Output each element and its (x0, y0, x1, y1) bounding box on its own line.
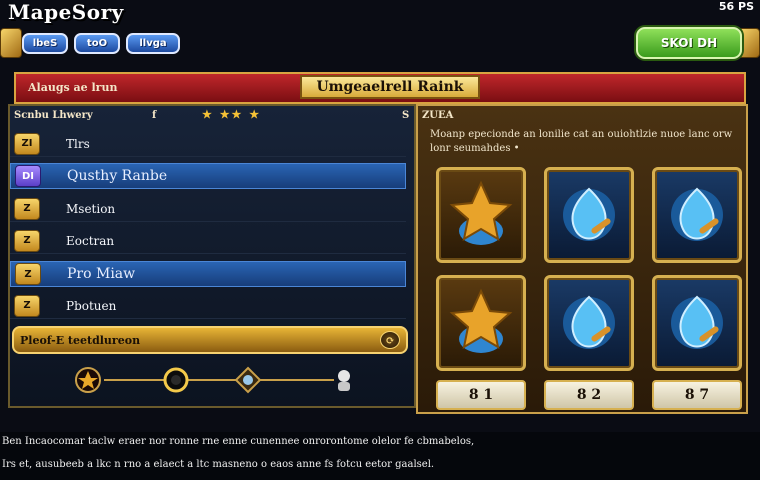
tab-3[interactable]: llvga (126, 33, 180, 54)
tab-2[interactable]: toO (74, 33, 120, 54)
star-crystal-icon (449, 288, 513, 353)
row-badge-icon: Z (14, 197, 40, 220)
list-item-selected[interactable]: DI Qusthy Ranbe (10, 163, 406, 189)
item-card[interactable] (544, 167, 634, 263)
left-subheader-end: S (402, 110, 410, 121)
corner-counter: 56 PS (718, 0, 754, 13)
item-card[interactable] (436, 275, 526, 371)
row-badge-icon: Z (15, 263, 41, 285)
gem-node-icon[interactable] (234, 366, 262, 394)
star-rating-icon: ★ ★★ ★ (202, 108, 262, 121)
item-count: 8 2 (544, 380, 634, 410)
header-left-label: Alaugs ae lrun (28, 81, 118, 94)
tab-row: lbeS toO llvga (22, 33, 180, 54)
star-node-icon[interactable] (74, 366, 102, 394)
character-node-icon[interactable] (330, 366, 358, 394)
list-item[interactable]: ZI Tlrs (10, 131, 406, 157)
header-title: Umgeaelrell Raink (300, 75, 480, 99)
row-badge-icon: ZI (14, 132, 40, 155)
item-card[interactable] (652, 167, 742, 263)
footer-line-2: Irs et, ausubeeb a lkc n rno a elaect a … (2, 459, 435, 470)
blue-crystal-icon (563, 187, 615, 241)
tab-1[interactable]: lbeS (22, 33, 68, 54)
row-badge-icon: DI (15, 165, 41, 187)
left-subheader: Scnbu Lhwery f ★ ★★ ★ S (14, 108, 410, 124)
row-label: Eoctran (66, 233, 115, 248)
row-badge-icon: Z (14, 294, 40, 317)
footer-line-1: Ben Incaocomar taclw eraer nor ronne rne… (2, 436, 475, 447)
refresh-icon[interactable]: ⟳ (380, 331, 400, 349)
footer-text: Ben Incaocomar taclw eraer nor ronne rne… (0, 432, 760, 480)
row-badge-icon: Z (14, 229, 40, 252)
list-item[interactable]: Z Msetion (10, 196, 406, 222)
row-label: Pbotuen (66, 298, 117, 313)
corner-ornament-left (0, 28, 22, 58)
row-label: Pro Miaw (67, 266, 136, 282)
ring-node-icon[interactable] (162, 366, 190, 394)
left-subheader-label: Scnbu Lhwery (14, 110, 93, 121)
list-item[interactable]: Z Eoctran (10, 228, 406, 254)
list-item-highlighted[interactable]: Z Pro Miaw (10, 261, 406, 287)
blue-crystal-icon (563, 295, 615, 349)
bonus-bar[interactable]: Pleof-E teetdlureon ⟳ (12, 326, 408, 354)
item-card[interactable] (436, 167, 526, 263)
app-title: MapeSory (8, 0, 124, 24)
row-label: Tlrs (66, 136, 90, 151)
right-panel-tag: ZUEA (422, 110, 454, 121)
star-crystal-icon (449, 180, 513, 245)
list-item[interactable]: Z Pbotuen (10, 293, 406, 319)
progress-track (104, 379, 334, 381)
row-label: Msetion (66, 201, 116, 216)
bonus-label: Pleof-E teetdlureon (20, 333, 141, 347)
blue-crystal-icon (671, 295, 723, 349)
item-count: 8 1 (436, 380, 526, 410)
confirm-button[interactable]: SKOI DH (636, 27, 742, 59)
item-card[interactable] (544, 275, 634, 371)
left-subheader-chip: f (152, 110, 157, 121)
right-panel-description: Moanp epecionde an lonilie cat an ouioht… (430, 129, 733, 154)
blue-crystal-icon (671, 187, 723, 241)
item-card[interactable] (652, 275, 742, 371)
row-label: Qusthy Ranbe (67, 168, 168, 184)
item-count: 8 7 (652, 380, 742, 410)
